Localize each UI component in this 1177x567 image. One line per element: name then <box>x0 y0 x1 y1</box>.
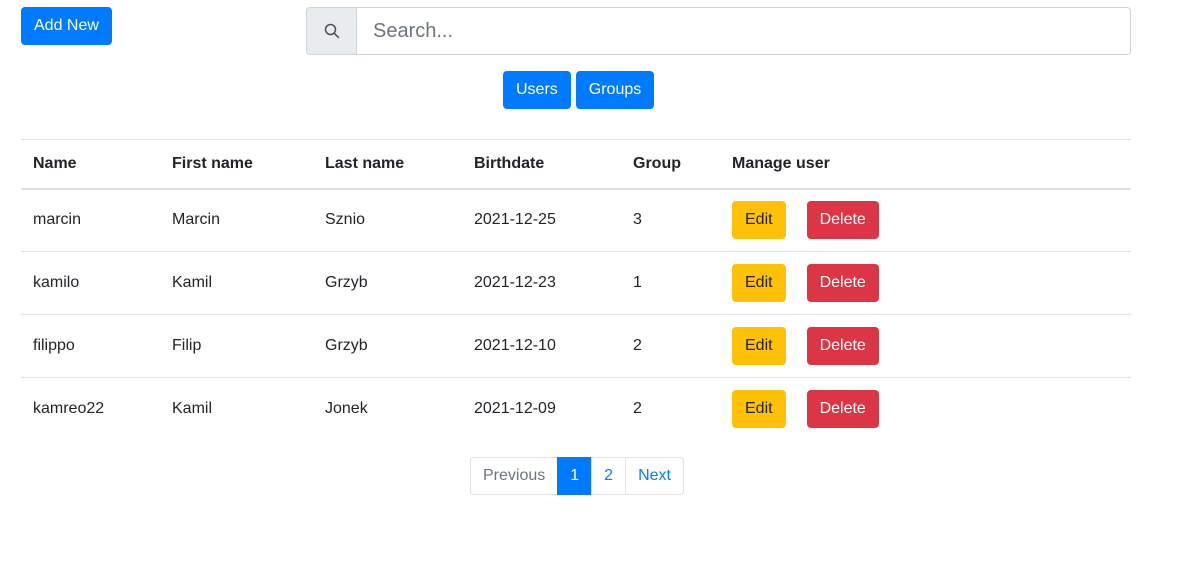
add-new-button[interactable]: Add New <box>21 7 112 45</box>
header-group: Group <box>621 139 720 190</box>
cell-last-name: Jonek <box>313 377 462 441</box>
delete-button[interactable]: Delete <box>806 201 879 240</box>
cell-first-name: Filip <box>160 314 313 378</box>
table-row: marcin Marcin Sznio 2021-12-25 3 Edit De… <box>21 189 1131 252</box>
page-link-2[interactable]: 2 <box>591 457 627 495</box>
table-row: filippo Filip Grzyb 2021-12-10 2 Edit De… <box>21 314 1131 378</box>
cell-birthdate: 2021-12-25 <box>474 211 556 229</box>
cell-last-name: Sznio <box>325 211 366 229</box>
previous-page-link[interactable]: Previous <box>470 457 559 495</box>
users-button[interactable]: Users <box>503 71 571 109</box>
edit-button[interactable]: Edit <box>732 201 786 240</box>
edit-button[interactable]: Edit <box>732 327 786 365</box>
cell-last-name: Grzyb <box>313 314 462 378</box>
cell-group: 2 <box>621 377 720 441</box>
table-header-row: Name First name Last name Birthdate Grou… <box>21 139 1131 190</box>
delete-button[interactable]: Delete <box>806 327 879 365</box>
cell-first-name: Kamil <box>160 377 313 441</box>
cell-name: kamreo22 <box>21 377 160 441</box>
header-birthdate: Birthdate <box>462 139 621 190</box>
edit-button[interactable]: Edit <box>732 264 786 302</box>
cell-name: filippo <box>21 314 160 378</box>
cell-birthdate: 2021-12-09 <box>462 377 621 441</box>
search-icon <box>306 7 356 55</box>
delete-button[interactable]: Delete <box>806 264 879 302</box>
edit-button[interactable]: Edit <box>732 390 786 429</box>
cell-group: 2 <box>621 314 720 378</box>
pagination: Previous 1 2 Next <box>470 457 684 495</box>
cell-group: 3 <box>633 211 642 229</box>
header-name: Name <box>21 139 160 190</box>
view-switcher: Users Groups <box>503 71 655 109</box>
search-input[interactable] <box>356 7 1131 55</box>
cell-actions: Edit Delete <box>720 251 1131 315</box>
cell-name: kamilo <box>21 251 160 315</box>
search-bar <box>306 7 1131 55</box>
cell-actions: Edit Delete <box>720 314 1131 378</box>
cell-first-name: Marcin <box>172 211 221 229</box>
table-row: kamilo Kamil Grzyb 2021-12-23 1 Edit Del… <box>21 251 1131 315</box>
cell-last-name: Grzyb <box>313 251 462 315</box>
groups-button[interactable]: Groups <box>575 71 655 109</box>
table-row: kamreo22 Kamil Jonek 2021-12-09 2 Edit D… <box>21 377 1131 441</box>
header-last-name: Last name <box>313 139 462 190</box>
page-link-1[interactable]: 1 <box>557 457 593 495</box>
cell-birthdate: 2021-12-10 <box>462 314 621 378</box>
cell-group: 1 <box>621 251 720 315</box>
header-first-name: First name <box>160 139 313 190</box>
next-page-link[interactable]: Next <box>625 457 684 495</box>
cell-actions: Edit Delete <box>720 377 1131 441</box>
cell-actions: Edit Delete <box>720 189 1131 252</box>
cell-name: marcin <box>33 211 82 229</box>
users-table: Name First name Last name Birthdate Grou… <box>21 139 1131 441</box>
cell-first-name: Kamil <box>160 251 313 315</box>
cell-birthdate: 2021-12-23 <box>462 251 621 315</box>
header-manage-user: Manage user <box>720 139 1131 190</box>
delete-button[interactable]: Delete <box>806 390 879 429</box>
